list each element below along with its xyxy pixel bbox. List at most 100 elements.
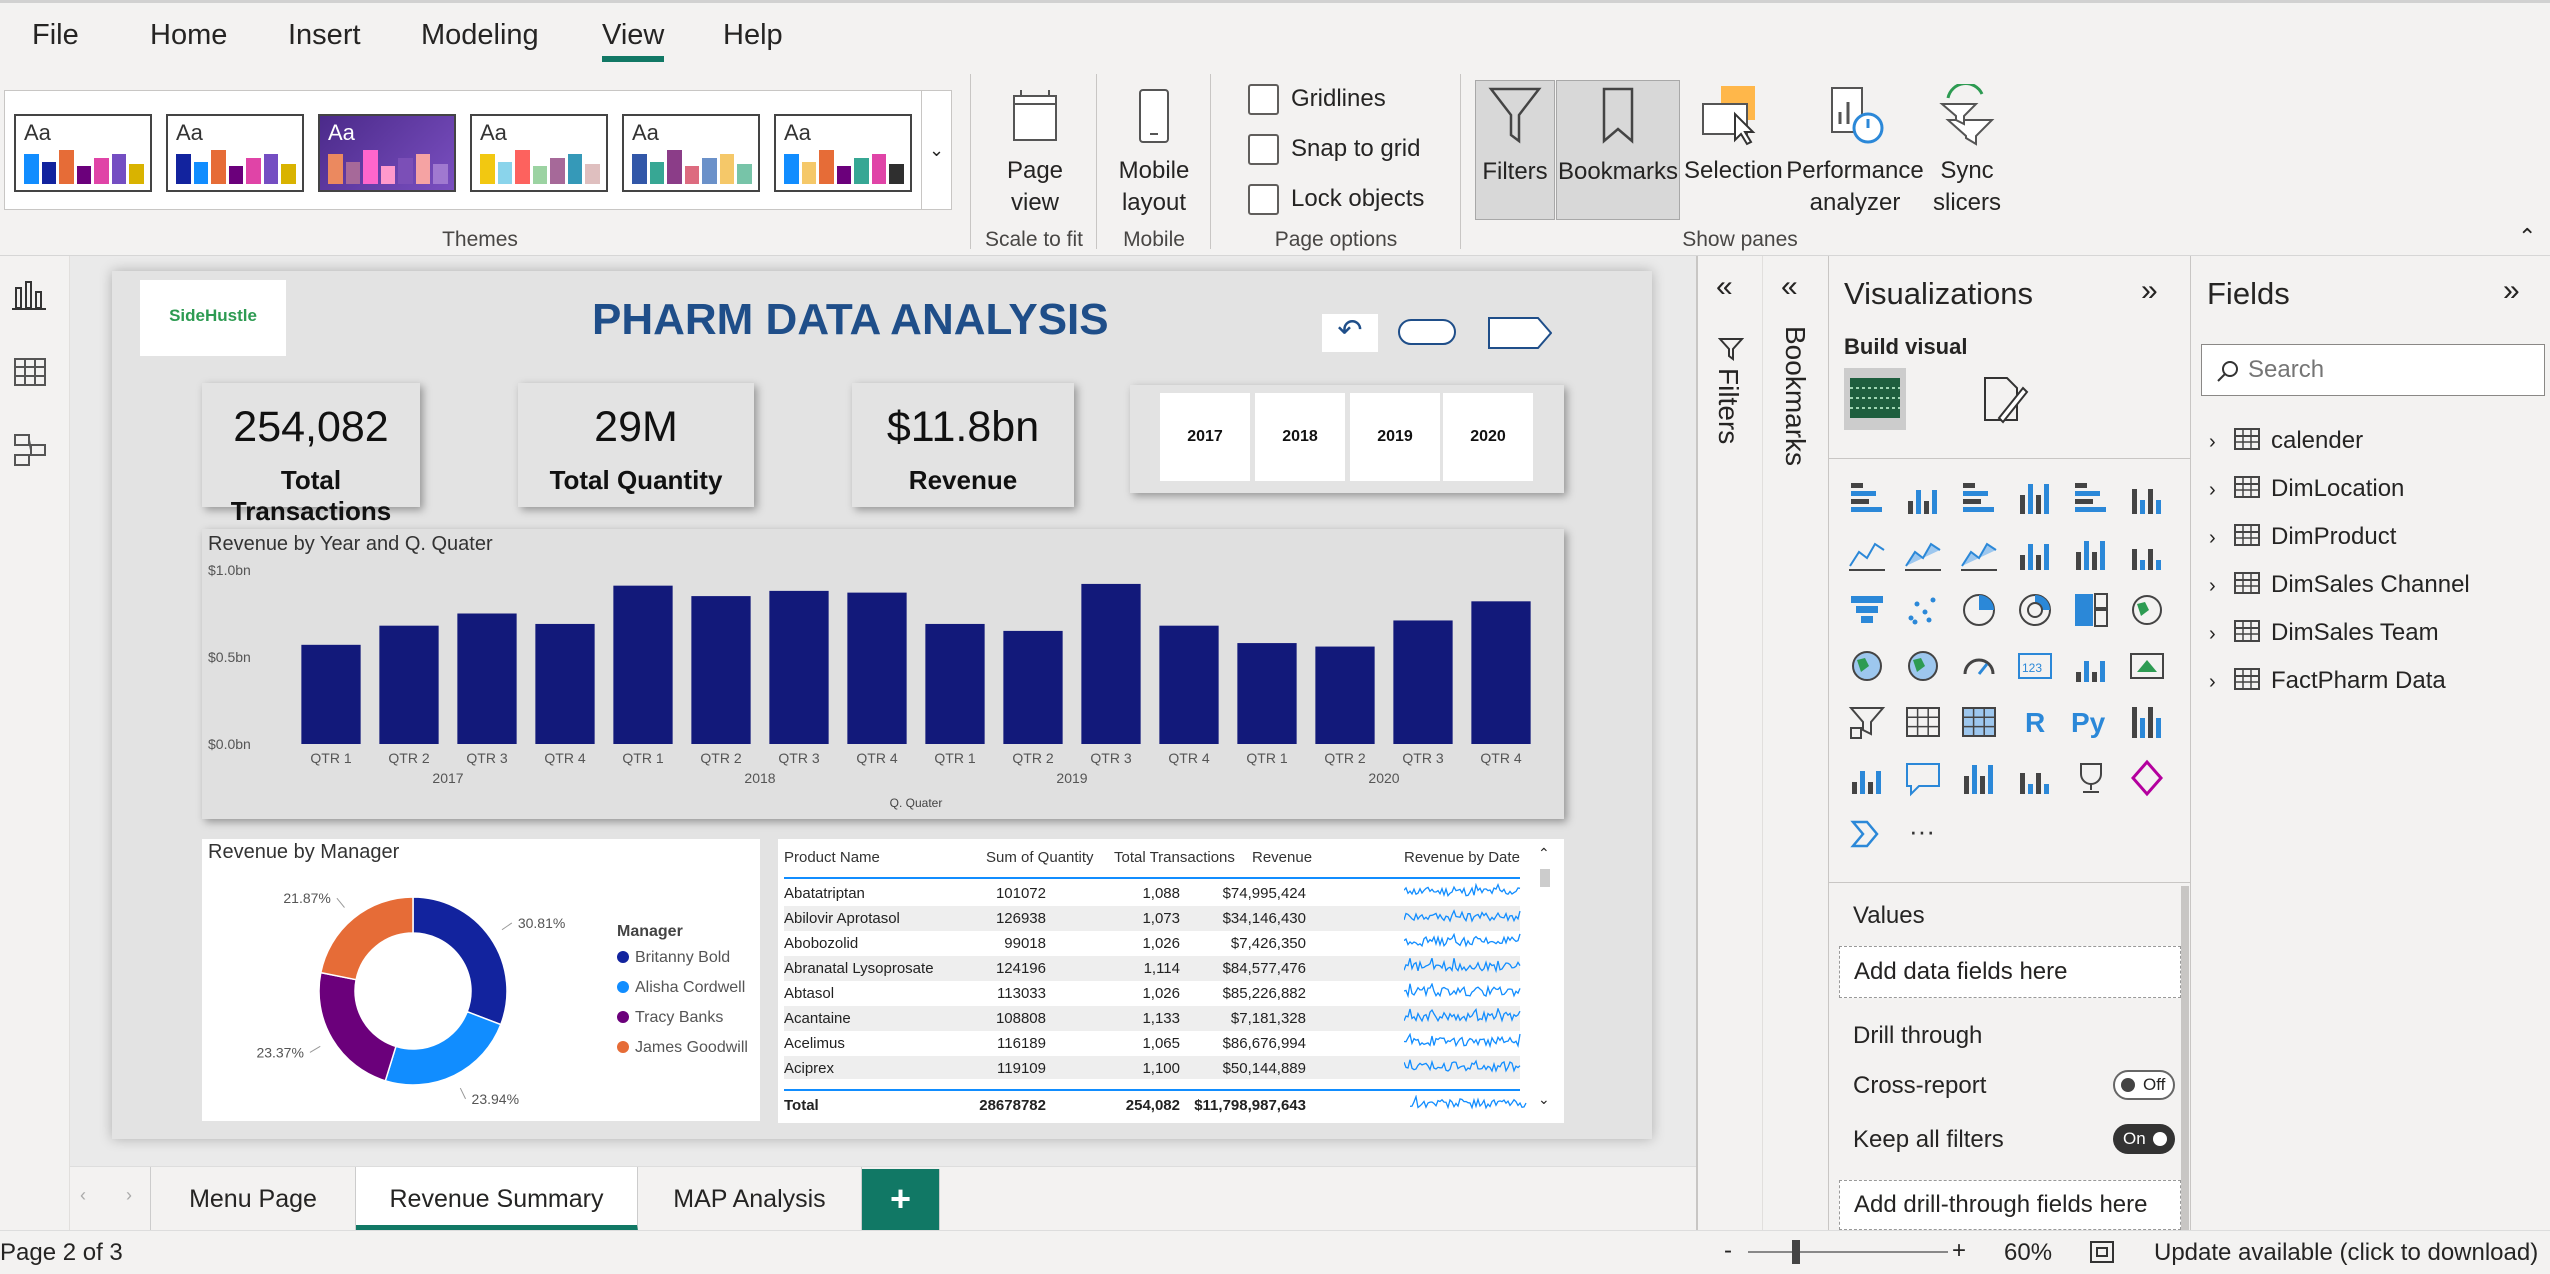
viz-pane-scrollbar[interactable] <box>2181 886 2189 1230</box>
gridlines-checkbox[interactable]: Gridlines <box>1248 84 1386 115</box>
add-page-button[interactable]: + <box>862 1169 940 1231</box>
table-icon[interactable] <box>1903 702 1943 742</box>
update-available-link[interactable]: Update available (click to download) <box>2154 1239 2538 1267</box>
zoom-slider-thumb[interactable] <box>1792 1240 1800 1264</box>
power-automate-icon[interactable] <box>1847 814 1887 854</box>
donut-icon[interactable] <box>2015 590 2055 630</box>
bar-2020-qtr4[interactable] <box>1471 601 1531 744</box>
scroll-thumb[interactable] <box>1540 869 1550 887</box>
fit-to-page-icon[interactable] <box>2088 1239 2116 1265</box>
legend-item[interactable]: Tracy Banks <box>617 1009 748 1039</box>
theme-option-1[interactable]: Aa <box>14 114 152 192</box>
decomposition-tree-icon[interactable] <box>1847 758 1887 798</box>
year-button-2019[interactable]: 2019 <box>1350 393 1440 481</box>
zoom-in-button[interactable]: + <box>1952 1237 1966 1265</box>
theme-option-2[interactable]: Aa <box>166 114 304 192</box>
stacked-area-icon[interactable] <box>1959 534 1999 574</box>
year-button-2020[interactable]: 2020 <box>1443 393 1533 481</box>
theme-option-3[interactable]: Aa <box>318 114 456 192</box>
menu-help[interactable]: Help <box>723 19 783 52</box>
waterfall-icon[interactable] <box>2127 534 2167 574</box>
field-table-dimlocation[interactable]: › DimLocation <box>2209 474 2404 503</box>
expand-filters-icon[interactable]: « <box>1716 270 1733 304</box>
expand-chevron-icon[interactable]: › <box>2209 479 2233 502</box>
matrix-icon[interactable] <box>1959 702 1999 742</box>
add-drill-through-well[interactable]: Add drill-through fields here <box>1839 1180 2181 1230</box>
shape-map-icon[interactable] <box>1903 646 1943 686</box>
themes-expand-icon[interactable]: ⌄ <box>921 91 951 209</box>
smart-narrative-icon[interactable] <box>1959 758 1999 798</box>
zoom-slider[interactable] <box>1748 1240 1948 1264</box>
theme-option-4[interactable]: Aa <box>470 114 608 192</box>
pie-icon[interactable] <box>1959 590 1999 630</box>
tab-revenue-summary[interactable]: Revenue Summary <box>356 1167 638 1231</box>
filters-pane-collapsed[interactable]: « Filters <box>1696 256 1762 1230</box>
expand-chevron-icon[interactable]: › <box>2209 575 2233 598</box>
build-visual-tab[interactable] <box>1844 368 1906 430</box>
table-row[interactable]: Acelimus 116189 1,065 $86,676,994 <box>784 1031 1521 1056</box>
field-table-dimsales-team[interactable]: › DimSales Team <box>2209 618 2439 647</box>
fields-search-box[interactable] <box>2201 344 2545 396</box>
scroll-down-icon[interactable]: ⌄ <box>1538 1091 1550 1108</box>
bar-2019-qtr1[interactable] <box>925 623 985 744</box>
tab-menu-page[interactable]: Menu Page <box>150 1167 356 1231</box>
tab-prev-icon[interactable]: ‹ <box>80 1185 86 1206</box>
selection-pane-button[interactable]: Selection <box>1684 84 1783 187</box>
r-visual-icon[interactable]: R <box>2015 702 2055 742</box>
expand-chevron-icon[interactable]: › <box>2209 527 2233 550</box>
bookmarks-pane-button[interactable]: Bookmarks <box>1556 80 1680 220</box>
bar-2017-qtr3[interactable] <box>457 613 517 745</box>
scatter-icon[interactable] <box>1903 590 1943 630</box>
table-row[interactable]: Abilovir Aprotasol 126938 1,073 $34,146,… <box>784 906 1521 931</box>
slicer-icon[interactable] <box>1847 702 1887 742</box>
bar-2020-qtr1[interactable] <box>1237 643 1297 744</box>
col-header-product[interactable]: Product Name <box>784 849 880 866</box>
field-table-calender[interactable]: › calender <box>2209 426 2363 455</box>
line-column-icon[interactable] <box>2015 534 2055 574</box>
page-view-button[interactable]: Page view <box>990 88 1080 219</box>
kpi-icon[interactable] <box>2127 646 2167 686</box>
table-row[interactable]: Acantaine 108808 1,133 $7,181,328 <box>784 1006 1521 1031</box>
arrow-shape-button[interactable] <box>1488 317 1552 349</box>
back-button[interactable]: ↶ <box>1322 314 1378 352</box>
expand-chevron-icon[interactable]: › <box>2209 623 2233 646</box>
field-table-factpharm-data[interactable]: › FactPharm Data <box>2209 666 2446 695</box>
bar-2018-qtr1[interactable] <box>613 585 673 744</box>
collapse-viz-icon[interactable]: » <box>2141 274 2158 308</box>
zoom-out-button[interactable]: - <box>1724 1237 1732 1265</box>
col-header-quantity[interactable]: Sum of Quantity <box>986 849 1094 866</box>
100-bar-icon[interactable] <box>2071 478 2111 518</box>
tab-next-icon[interactable]: › <box>126 1185 132 1206</box>
bar-2018-qtr2[interactable] <box>691 596 751 744</box>
theme-option-6[interactable]: Aa <box>774 114 912 192</box>
stacked-bar-icon[interactable] <box>1847 478 1887 518</box>
theme-option-5[interactable]: Aa <box>622 114 760 192</box>
col-header-revenue-by-date[interactable]: Revenue by Date <box>1404 849 1520 866</box>
line-chart-icon[interactable] <box>1847 534 1887 574</box>
legend-item[interactable]: James Goodwill <box>617 1039 748 1069</box>
model-view-icon[interactable] <box>12 432 48 468</box>
menu-home[interactable]: Home <box>150 19 227 52</box>
legend-item[interactable]: Alisha Cordwell <box>617 979 748 1009</box>
bar-2020-qtr2[interactable] <box>1315 646 1375 744</box>
legend-item[interactable]: Britanny Bold <box>617 949 748 979</box>
collapse-fields-icon[interactable]: » <box>2503 274 2520 308</box>
table-row[interactable]: Abtasol 113033 1,026 $85,226,882 <box>784 981 1521 1006</box>
donut-slice-1[interactable] <box>412 896 508 1026</box>
map-icon[interactable] <box>2127 590 2167 630</box>
power-apps-icon[interactable] <box>2127 758 2167 798</box>
filters-pane-button[interactable]: Filters <box>1475 80 1555 220</box>
kpi-card-transactions[interactable]: 254,082 Total Transactions <box>202 383 420 526</box>
treemap-icon[interactable] <box>2071 590 2111 630</box>
menu-view[interactable]: View <box>602 19 665 62</box>
metrics-icon[interactable] <box>2071 758 2111 798</box>
bar-chart-card[interactable]: Revenue by Year and Q. Quater $0.0bn $0.5… <box>202 529 1564 819</box>
card-icon[interactable]: 123 <box>2015 646 2055 686</box>
sync-slicers-button[interactable]: Sync slicers <box>1926 82 2008 219</box>
filled-map-icon[interactable] <box>1847 646 1887 686</box>
search-input[interactable] <box>2248 355 2528 385</box>
expand-chevron-icon[interactable]: › <box>2209 431 2233 454</box>
field-table-dimproduct[interactable]: › DimProduct <box>2209 522 2396 551</box>
python-visual-icon[interactable]: Py <box>2071 702 2111 742</box>
donut-chart-card[interactable]: Revenue by Manager 30.81% 23.94% 23.37% 21.… <box>202 839 760 1121</box>
